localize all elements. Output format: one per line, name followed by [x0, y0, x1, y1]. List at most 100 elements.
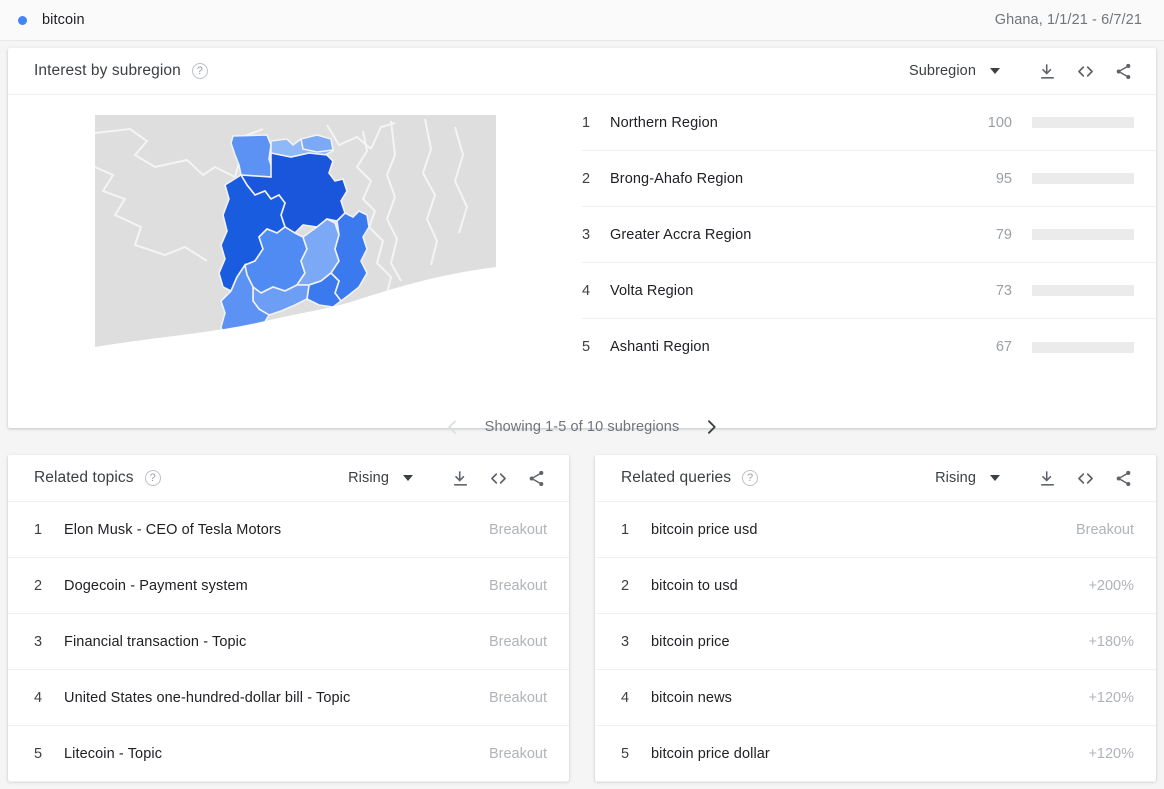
rank-number: 2 — [582, 171, 610, 187]
list-item[interactable]: 4 United States one-hundred-dollar bill … — [8, 670, 569, 726]
embed-icon[interactable] — [1074, 467, 1096, 489]
rank-number: 5 — [582, 339, 610, 355]
topic-metric: Breakout — [489, 578, 547, 594]
topic-metric: Breakout — [489, 690, 547, 706]
rank-number: 3 — [34, 634, 64, 650]
embed-icon[interactable] — [487, 467, 509, 489]
download-icon[interactable] — [449, 467, 471, 489]
region-bar-track — [1032, 117, 1134, 128]
related-queries-actions — [1020, 467, 1134, 489]
rank-number: 2 — [621, 578, 651, 594]
region-name: Volta Region — [610, 283, 972, 299]
related-queries-list: 1 bitcoin price usd Breakout 2 bitcoin t… — [595, 502, 1156, 782]
region-value: 73 — [972, 283, 1012, 299]
topic-label: United States one-hundred-dollar bill - … — [64, 690, 477, 706]
topic-metric: Breakout — [489, 522, 547, 538]
download-icon[interactable] — [1036, 467, 1058, 489]
subregion-header-actions — [1020, 60, 1134, 82]
related-topics-title: Related topics — [34, 469, 134, 487]
table-row[interactable]: 3 Greater Accra Region 79 — [582, 207, 1156, 263]
query-metric: +120% — [1088, 690, 1134, 706]
list-item[interactable]: 2 bitcoin to usd +200% — [595, 558, 1156, 614]
embed-icon[interactable] — [1074, 60, 1096, 82]
region-bar-track — [1032, 173, 1134, 184]
google-trends-page: bitcoin Ghana, 1/1/21 - 6/7/21 Interest … — [0, 0, 1164, 789]
region-bar-track — [1032, 229, 1134, 240]
chevron-left-icon[interactable] — [443, 417, 463, 437]
subregion-scope-dropdown[interactable]: Subregion — [909, 63, 1000, 79]
help-icon[interactable]: ? — [192, 63, 208, 79]
region-value: 67 — [972, 339, 1012, 355]
query-term-label: bitcoin — [42, 12, 85, 28]
help-icon[interactable]: ? — [742, 470, 758, 486]
share-icon[interactable] — [1112, 467, 1134, 489]
chevron-down-icon — [990, 475, 1000, 481]
topic-label: Litecoin - Topic — [64, 746, 477, 762]
rank-number: 5 — [34, 746, 64, 762]
rank-number: 1 — [621, 522, 651, 538]
topic-metric: Breakout — [489, 746, 547, 762]
pagination-label: Showing 1-5 of 10 subregions — [485, 419, 680, 435]
list-item[interactable]: 2 Dogecoin - Payment system Breakout — [8, 558, 569, 614]
topic-metric: Breakout — [489, 634, 547, 650]
related-topics-card: Related topics ? Rising — [8, 455, 569, 781]
table-row[interactable]: 5 Ashanti Region 67 — [582, 319, 1156, 375]
query-metric: +200% — [1088, 578, 1134, 594]
related-topics-header: Related topics ? Rising — [8, 455, 569, 502]
region-value: 95 — [972, 171, 1012, 187]
related-topics-sort-dropdown[interactable]: Rising — [348, 470, 413, 486]
rank-number: 1 — [34, 522, 64, 538]
list-item[interactable]: 3 bitcoin price +180% — [595, 614, 1156, 670]
share-icon[interactable] — [525, 467, 547, 489]
subregion-body: 1 Northern Region 100 2 Brong-Ahafo Regi… — [8, 95, 1156, 380]
chevron-down-icon — [990, 68, 1000, 74]
list-item[interactable]: 5 bitcoin price dollar +120% — [595, 726, 1156, 782]
related-queries-title: Related queries — [621, 469, 731, 487]
related-queries-sort-value: Rising — [935, 470, 976, 486]
related-queries-sort-dropdown[interactable]: Rising — [935, 470, 1000, 486]
table-row[interactable]: 1 Northern Region 100 — [582, 95, 1156, 151]
list-item[interactable]: 4 bitcoin news +120% — [595, 670, 1156, 726]
list-item[interactable]: 1 bitcoin price usd Breakout — [595, 502, 1156, 558]
rank-number: 4 — [34, 690, 64, 706]
list-item[interactable]: 3 Financial transaction - Topic Breakout — [8, 614, 569, 670]
help-icon[interactable]: ? — [145, 470, 161, 486]
table-row[interactable]: 2 Brong-Ahafo Region 95 — [582, 151, 1156, 207]
rank-number: 4 — [582, 283, 610, 299]
query-label: bitcoin price dollar — [651, 746, 1076, 762]
related-topics-list: 1 Elon Musk - CEO of Tesla Motors Breako… — [8, 502, 569, 782]
rank-number: 1 — [582, 115, 610, 131]
subregion-rank-list: 1 Northern Region 100 2 Brong-Ahafo Regi… — [582, 95, 1156, 380]
topic-label: Elon Musk - CEO of Tesla Motors — [64, 522, 477, 538]
download-icon[interactable] — [1036, 60, 1058, 82]
query-topbar: bitcoin Ghana, 1/1/21 - 6/7/21 — [0, 0, 1164, 41]
topic-label: Financial transaction - Topic — [64, 634, 477, 650]
query-label: bitcoin price usd — [651, 522, 1064, 538]
related-queries-card: Related queries ? Rising — [595, 455, 1156, 781]
rank-number: 3 — [582, 227, 610, 243]
chevron-right-icon[interactable] — [701, 417, 721, 437]
related-queries-header: Related queries ? Rising — [595, 455, 1156, 502]
pagination-controls: Showing 1-5 of 10 subregions — [443, 417, 722, 437]
related-topics-actions — [433, 467, 547, 489]
rank-number: 3 — [621, 634, 651, 650]
ghana-choropleth-map[interactable] — [95, 115, 496, 360]
region-name: Ashanti Region — [610, 339, 972, 355]
chevron-down-icon — [403, 475, 413, 481]
query-label: bitcoin to usd — [651, 578, 1076, 594]
table-row[interactable]: 4 Volta Region 73 — [582, 263, 1156, 319]
share-icon[interactable] — [1112, 60, 1134, 82]
query-metric: +180% — [1088, 634, 1134, 650]
query-chip[interactable]: bitcoin — [18, 12, 995, 28]
scope-label: Ghana, 1/1/21 - 6/7/21 — [995, 12, 1142, 28]
query-color-dot — [18, 16, 27, 25]
query-label: bitcoin news — [651, 690, 1076, 706]
region-value: 100 — [972, 115, 1012, 131]
region-name: Northern Region — [610, 115, 972, 131]
region-name: Brong-Ahafo Region — [610, 171, 972, 187]
related-topics-sort-value: Rising — [348, 470, 389, 486]
list-item[interactable]: 1 Elon Musk - CEO of Tesla Motors Breako… — [8, 502, 569, 558]
subregion-scope-value: Subregion — [909, 63, 976, 79]
rank-number: 2 — [34, 578, 64, 594]
list-item[interactable]: 5 Litecoin - Topic Breakout — [8, 726, 569, 782]
